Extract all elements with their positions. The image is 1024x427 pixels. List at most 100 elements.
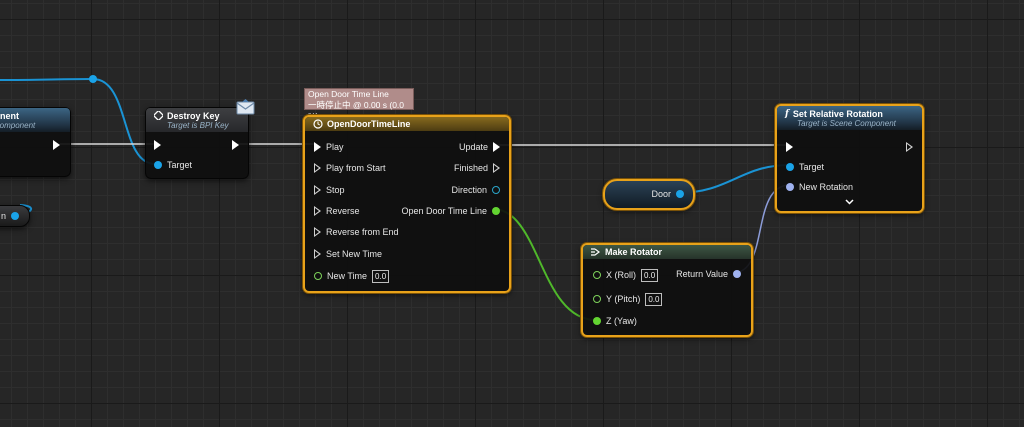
set-relative-rotation-node[interactable]: f Set Relative Rotation Target is Scene …	[775, 104, 924, 213]
exec-pin-icon	[154, 140, 161, 150]
make-rotator-x-input[interactable]: 0.0	[641, 268, 659, 282]
exec-pin-icon	[906, 142, 913, 152]
timeline-new-time-pin[interactable]: New Time 0.0	[314, 269, 390, 283]
set-relative-rotation-subtitle: Target is Scene Component	[797, 118, 896, 128]
object-pin-icon	[154, 161, 162, 169]
timeline-reverse-from-end-label: Reverse from End	[326, 227, 399, 237]
timeline-header[interactable]: OpenDoorTimeLine	[305, 117, 509, 131]
destroy-key-title: Destroy Key	[167, 110, 220, 121]
door-variable-node[interactable]: Door	[603, 179, 695, 210]
timeline-reverse-label: Reverse	[326, 206, 360, 216]
rotator-pin-icon	[786, 183, 794, 191]
destroy-key-target-label: Target	[167, 160, 193, 170]
make-rotator-x-pin[interactable]: X (Roll) 0.0	[593, 268, 659, 282]
exec-pin-icon	[314, 142, 321, 152]
timeline-track-pin[interactable]: Open Door Time Line	[401, 204, 500, 218]
timeline-new-time-input[interactable]: 0.0	[372, 269, 390, 283]
struct-make-icon	[591, 248, 600, 256]
make-rotator-node[interactable]: Make Rotator X (Roll) 0.0 Y (Pitch) 0.0 …	[581, 243, 753, 337]
function-icon	[154, 111, 163, 120]
float-pin-icon	[593, 271, 601, 279]
timeline-direction-label: Direction	[451, 185, 487, 195]
float-pin-icon	[492, 207, 500, 215]
door-variable-label: Door	[651, 189, 671, 199]
chevron-down-icon[interactable]	[845, 199, 854, 205]
make-rotator-z-pin[interactable]: Z (Yaw)	[593, 314, 637, 328]
partial-component-exec-out[interactable]	[53, 138, 60, 152]
make-rotator-return-pin[interactable]: Return Value	[676, 267, 741, 281]
timeline-stop-pin[interactable]: Stop	[314, 183, 345, 197]
door-variable-row: Door	[651, 187, 684, 201]
make-rotator-y-label: Y (Pitch)	[606, 294, 641, 304]
timeline-play-label: Play	[326, 142, 344, 152]
timeline-finished-label: Finished	[453, 163, 488, 173]
exec-pin-icon	[314, 185, 321, 195]
partial-component-header[interactable]: ponent r Component	[0, 108, 70, 132]
timeline-play-from-start-label: Play from Start	[326, 163, 386, 173]
timeline-play-pin[interactable]: Play	[314, 140, 344, 154]
exec-pin-icon	[786, 142, 793, 152]
exec-pin-icon	[314, 249, 321, 259]
destroy-key-subtitle: Target is BPI Key	[167, 120, 229, 130]
make-rotator-z-label: Z (Yaw)	[606, 316, 637, 326]
tooltip-line-1: Open Door Time Line	[308, 89, 389, 99]
make-rotator-header[interactable]: Make Rotator	[583, 245, 751, 259]
timeline-new-time-label: New Time	[327, 271, 368, 281]
timeline-reverse-from-end-pin[interactable]: Reverse from End	[314, 225, 399, 239]
float-pin-icon	[593, 295, 601, 303]
destroy-key-node[interactable]: Destroy Key Target is BPI Key Target	[145, 107, 249, 179]
object-pin-icon[interactable]	[11, 212, 20, 220]
set-relative-rotation-exec-out[interactable]	[906, 140, 913, 154]
exec-pin-icon	[493, 142, 500, 152]
exec-pin-icon	[232, 140, 239, 150]
make-rotator-title-row: Make Rotator	[591, 247, 743, 257]
timeline-track-label: Open Door Time Line	[401, 206, 487, 216]
timeline-update-pin[interactable]: Update	[459, 140, 500, 154]
timeline-play-from-start-pin[interactable]: Play from Start	[314, 161, 386, 175]
timeline-reverse-pin[interactable]: Reverse	[314, 204, 360, 218]
message-envelope-icon	[236, 99, 255, 115]
function-f-icon: f	[785, 108, 789, 119]
set-relative-rotation-new-rotation-label: New Rotation	[799, 182, 854, 192]
clock-icon	[313, 119, 323, 129]
partial-variable-label: n	[1, 211, 7, 221]
destroy-key-header[interactable]: Destroy Key Target is BPI Key	[146, 108, 248, 132]
make-rotator-y-pin[interactable]: Y (Pitch) 0.0	[593, 292, 663, 306]
wire-layer	[0, 75, 791, 321]
timeline-status-tooltip: Open Door Time Line 一時停止中 @ 0.00 s (0.0 …	[304, 88, 414, 121]
exec-pin-icon	[53, 140, 60, 150]
make-rotator-title: Make Rotator	[605, 247, 663, 257]
timeline-node[interactable]: OpenDoorTimeLine Play Play from Start St…	[303, 115, 511, 293]
set-relative-rotation-target-pin[interactable]: Target	[786, 160, 824, 174]
timeline-finished-pin[interactable]: Finished	[454, 161, 500, 175]
destroy-key-exec-out[interactable]	[232, 138, 239, 152]
object-pin-icon	[786, 163, 794, 171]
destroy-key-target-pin[interactable]: Target	[154, 158, 192, 172]
make-rotator-y-input[interactable]: 0.0	[645, 292, 663, 306]
set-relative-rotation-header[interactable]: f Set Relative Rotation Target is Scene …	[777, 106, 922, 130]
float-pin-icon	[314, 272, 322, 280]
partial-variable-row: n	[1, 209, 20, 223]
rotator-pin-icon	[733, 270, 741, 278]
exec-pin-icon	[314, 163, 321, 173]
partial-component-node[interactable]: ponent r Component	[0, 107, 71, 177]
destroy-key-title-row: Destroy Key	[154, 111, 240, 121]
set-relative-rotation-new-rotation-pin[interactable]: New Rotation	[786, 180, 853, 194]
partial-component-title: ponent	[0, 110, 19, 121]
set-relative-rotation-title-row: f Set Relative Rotation	[785, 109, 914, 119]
exec-pin-icon	[493, 163, 500, 173]
reroute-knot	[89, 75, 97, 83]
object-pin-icon[interactable]	[676, 190, 684, 198]
timeline-direction-pin[interactable]: Direction	[451, 183, 500, 197]
set-relative-rotation-title: Set Relative Rotation	[792, 108, 883, 119]
destroy-key-exec-in[interactable]	[154, 138, 161, 152]
exec-pin-icon	[314, 206, 321, 216]
exec-pin-icon	[314, 227, 321, 237]
set-relative-rotation-exec-in[interactable]	[786, 140, 793, 154]
float-pin-icon	[593, 317, 601, 325]
timeline-title: OpenDoorTimeLine	[327, 119, 411, 129]
partial-variable-node[interactable]: n	[0, 205, 30, 227]
set-relative-rotation-target-label: Target	[799, 162, 825, 172]
timeline-set-new-time-pin[interactable]: Set New Time	[314, 247, 382, 261]
timeline-stop-label: Stop	[326, 185, 345, 195]
